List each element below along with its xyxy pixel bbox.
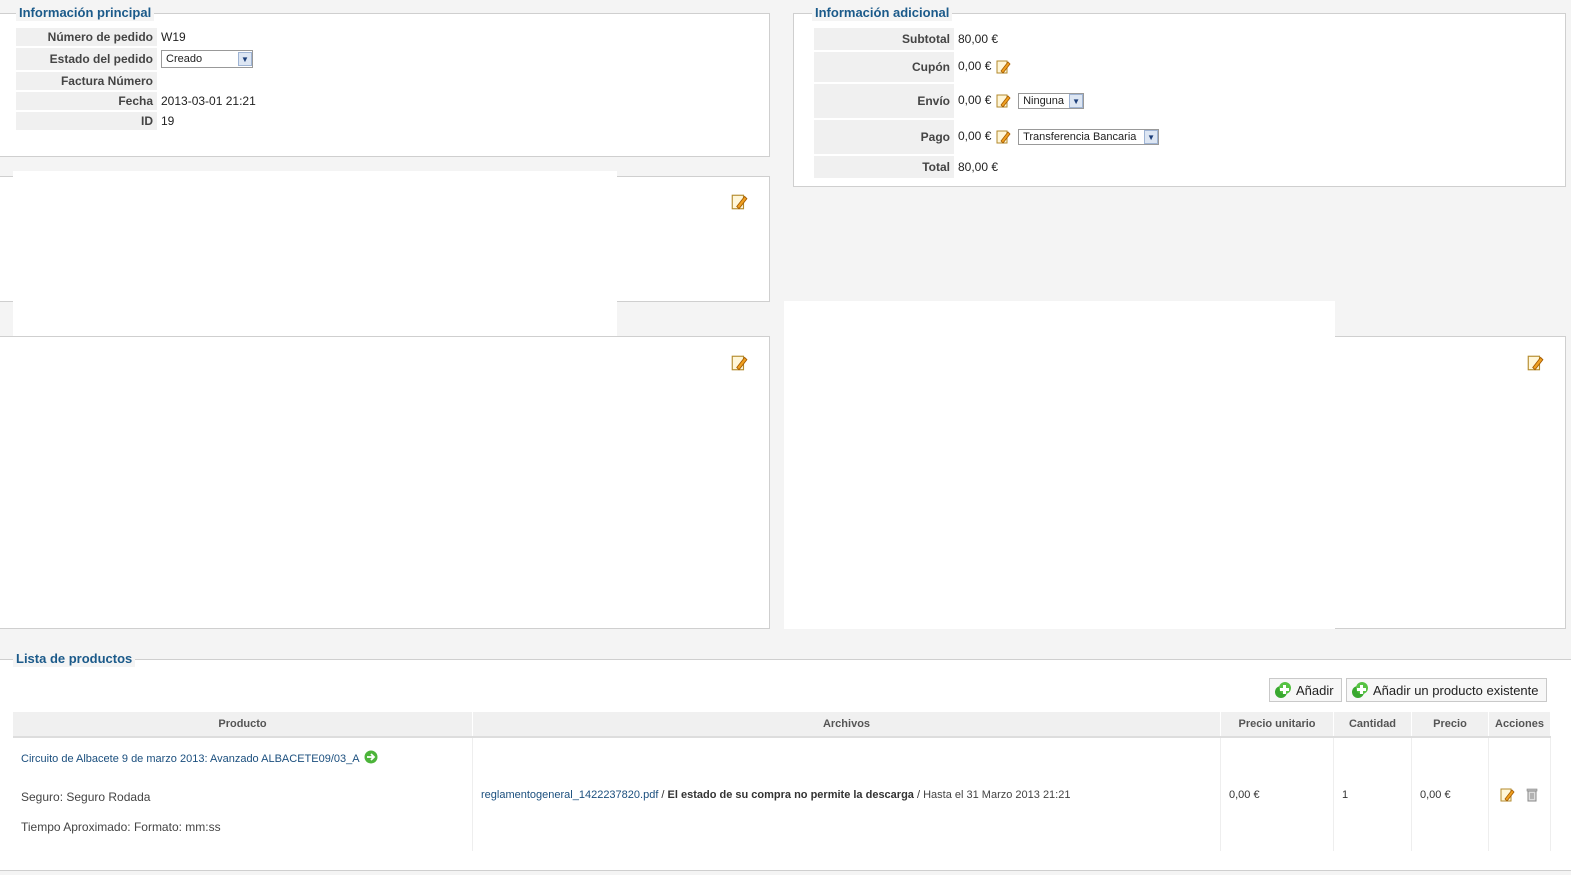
order-status-select[interactable]: Creado ▼ [161, 50, 253, 68]
order-number-label: Número de pedido [16, 28, 157, 46]
payment-value: 0,00 € [958, 129, 992, 144]
pencil-icon[interactable] [730, 193, 748, 211]
date-value: 2013-03-01 21:21 [161, 94, 256, 108]
green-plus-icon [1352, 682, 1368, 698]
col-files: Archivos [472, 712, 1221, 738]
payment-label: Pago [814, 120, 954, 154]
extra-info-table: Subtotal 80,00 € Cupón 0,00 € Envío 0,00… [814, 26, 1163, 180]
pencil-icon[interactable] [730, 354, 748, 372]
id-value: 19 [161, 114, 175, 128]
order-status-label: Estado del pedido [16, 48, 157, 70]
file-separator: / [658, 788, 668, 801]
redacted-area [13, 171, 617, 336]
table-row: Circuito de Albacete 9 de marzo 2013: Av… [13, 737, 1551, 851]
shipping-method-value: Ninguna [1023, 95, 1065, 107]
shipping-panel [0, 336, 770, 629]
redacted-area [784, 301, 1335, 629]
extra-info-legend: Información adicional [812, 5, 953, 21]
files-cell: reglamentogeneral_1422237820.pdf / El es… [472, 737, 1221, 851]
file-status: El estado de su compra no permite la des… [667, 788, 914, 801]
file-separator: / [913, 788, 924, 801]
payment-method-value: Transferencia Bancaria [1023, 131, 1137, 143]
order-number-value: W19 [161, 30, 186, 44]
pencil-icon[interactable] [995, 129, 1011, 145]
product-option-insurance: Seguro: Seguro Rodada [21, 789, 151, 804]
chevron-down-icon: ▼ [238, 52, 252, 66]
pencil-icon[interactable] [995, 59, 1011, 75]
subtotal-label: Subtotal [814, 28, 954, 50]
order-status-value: Creado [166, 53, 203, 65]
product-option-time: Tiempo Aproximado: Formato: mm:ss [21, 819, 221, 834]
file-link[interactable]: reglamentogeneral_1422237820.pdf [481, 789, 658, 801]
pencil-icon[interactable] [995, 93, 1011, 109]
col-quantity: Cantidad [1333, 712, 1412, 738]
extra-info-fieldset: Información adicional Subtotal 80,00 € C… [793, 5, 1566, 187]
date-label: Fecha [16, 92, 157, 110]
col-price: Precio [1411, 712, 1489, 738]
quantity-cell: 1 [1333, 737, 1412, 851]
products-header-row: Producto Archivos Precio unitario Cantid… [13, 712, 1551, 738]
total-value: 80,00 € [958, 160, 999, 174]
coupon-value: 0,00 € [958, 59, 992, 74]
coupon-label: Cupón [814, 52, 954, 82]
chevron-down-icon: ▼ [1144, 130, 1159, 144]
trash-icon[interactable] [1524, 787, 1540, 803]
file-until: Hasta el 31 Marzo 2013 21:21 [923, 788, 1071, 801]
products-legend: Lista de productos [13, 651, 136, 667]
green-arrow-icon[interactable] [364, 750, 378, 764]
main-info-legend: Información principal [16, 5, 155, 21]
unit-price-cell: 0,00 € [1220, 737, 1334, 851]
main-info-fieldset: Información principal Número de pedido W… [0, 5, 770, 157]
actions-cell [1488, 737, 1551, 851]
payment-method-select[interactable]: Transferencia Bancaria ▼ [1018, 129, 1160, 145]
add-existing-product-button[interactable]: Añadir un producto existente [1346, 678, 1547, 702]
pencil-icon[interactable] [1526, 354, 1544, 372]
product-cell: Circuito de Albacete 9 de marzo 2013: Av… [13, 737, 473, 851]
shipping-method-select[interactable]: Ninguna ▼ [1018, 93, 1085, 109]
invoice-number-value [157, 72, 260, 90]
invoice-number-label: Factura Número [16, 72, 157, 90]
col-product: Producto [13, 712, 473, 738]
price-cell: 0,00 € [1411, 737, 1489, 851]
total-label: Total [814, 156, 954, 178]
col-unit-price: Precio unitario [1220, 712, 1334, 738]
add-product-button[interactable]: Añadir [1269, 678, 1342, 702]
add-product-label: Añadir [1296, 682, 1334, 698]
main-info-table: Número de pedido W19 Estado del pedido C… [16, 26, 260, 132]
col-actions: Acciones [1488, 712, 1551, 738]
subtotal-value: 80,00 € [958, 32, 999, 46]
chevron-down-icon: ▼ [1069, 94, 1084, 108]
pencil-icon[interactable] [1499, 787, 1515, 803]
id-label: ID [16, 112, 157, 130]
add-existing-product-label: Añadir un producto existente [1373, 682, 1539, 698]
green-plus-icon [1275, 682, 1291, 698]
products-table: Producto Archivos Precio unitario Cantid… [13, 712, 1551, 851]
product-name-link[interactable]: Circuito de Albacete 9 de marzo 2013: Av… [21, 753, 359, 765]
shipping-label: Envío [814, 84, 954, 118]
shipping-value: 0,00 € [958, 93, 992, 108]
